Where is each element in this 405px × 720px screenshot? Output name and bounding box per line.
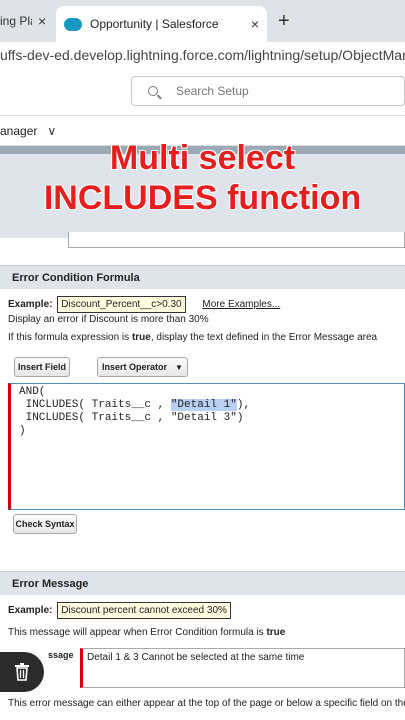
- screen: ing Pla × Opportunity | Salesforce × + u…: [0, 0, 405, 720]
- example-label: Example:: [8, 605, 53, 616]
- overlay-line-1: Multi select: [109, 139, 296, 177]
- search-setup-input[interactable]: Search Setup: [131, 76, 405, 106]
- url-text: uffs-dev-ed.develop.lightning.force.com/…: [0, 47, 405, 63]
- formula-editor[interactable]: AND( INCLUDES( Traits__c , "Detail 1"), …: [8, 383, 405, 510]
- salesforce-cloud-icon: [64, 17, 82, 31]
- browser-tab-active[interactable]: Opportunity | Salesforce ×: [56, 6, 267, 42]
- insert-operator-button[interactable]: Insert Operator ▼: [97, 357, 188, 377]
- trash-icon: [15, 663, 29, 681]
- formula-line: ): [19, 425, 26, 437]
- address-bar[interactable]: uffs-dev-ed.develop.lightning.force.com/…: [0, 42, 405, 68]
- example-value: Discount percent cannot exceed 30%: [57, 602, 231, 619]
- hint-bold: true: [266, 627, 286, 638]
- tab-title: Opportunity | Salesforce: [90, 17, 219, 31]
- video-overlay-title: Multi select INCLUDES function: [0, 138, 405, 218]
- formula-selection: "Detail 1": [170, 399, 237, 411]
- setup-header: Search Setup: [0, 68, 405, 116]
- overlay-line-2: INCLUDES function: [43, 179, 362, 217]
- description-textarea[interactable]: [68, 232, 405, 248]
- formula-line: INCLUDES( Traits__c , "Detail 3"): [19, 412, 244, 424]
- formula-example-row: Example: Discount_Percent__c>0.30 More E…: [8, 296, 280, 313]
- section-header-error-message: Error Message: [0, 571, 405, 595]
- insert-operator-label: Insert Operator: [102, 362, 168, 372]
- close-icon[interactable]: ×: [38, 13, 46, 29]
- error-message-label: ssage: [48, 650, 74, 660]
- delete-button[interactable]: [0, 652, 44, 692]
- browser-tab-strip: ing Pla × Opportunity | Salesforce × +: [0, 0, 405, 42]
- example-value: Discount_Percent__c>0.30: [57, 296, 186, 313]
- formula-hint: If this formula expression is true, disp…: [8, 332, 377, 343]
- tab-label: anager: [0, 123, 38, 138]
- chevron-down-icon[interactable]: ∨: [47, 124, 56, 138]
- more-examples-link[interactable]: More Examples...: [202, 299, 280, 310]
- hint-text: This message will appear when Error Cond…: [8, 627, 267, 638]
- message-hint: This message will appear when Error Cond…: [8, 627, 285, 638]
- hint-text: If this formula expression is: [8, 332, 132, 343]
- browser-tab-inactive[interactable]: ing Pla ×: [0, 0, 56, 42]
- formula-line: AND(: [19, 386, 46, 398]
- error-location-hint: This error message can either appear at …: [8, 698, 405, 709]
- message-example-row: Example: Discount percent cannot exceed …: [8, 602, 231, 619]
- search-placeholder: Search Setup: [176, 84, 249, 98]
- example-label: Example:: [8, 299, 53, 310]
- close-icon[interactable]: ×: [251, 16, 259, 32]
- hint-text-end: , display the text defined in the Error …: [150, 332, 378, 343]
- formula-description: Display an error if Discount is more tha…: [8, 314, 209, 325]
- formula-line: ),: [236, 399, 251, 411]
- hint-bold: true: [131, 332, 151, 343]
- check-syntax-button[interactable]: Check Syntax: [13, 514, 77, 534]
- caret-down-icon: ▼: [175, 362, 183, 372]
- search-icon: [148, 86, 158, 96]
- formula-line: INCLUDES( Traits__c ,: [19, 399, 171, 411]
- tab-title: ing Pla: [0, 14, 32, 28]
- section-header-formula: Error Condition Formula: [0, 265, 405, 289]
- new-tab-icon[interactable]: +: [278, 10, 290, 33]
- error-message-textarea[interactable]: Detail 1 & 3 Cannot be selected at the s…: [80, 648, 405, 688]
- insert-field-button[interactable]: Insert Field: [14, 357, 70, 377]
